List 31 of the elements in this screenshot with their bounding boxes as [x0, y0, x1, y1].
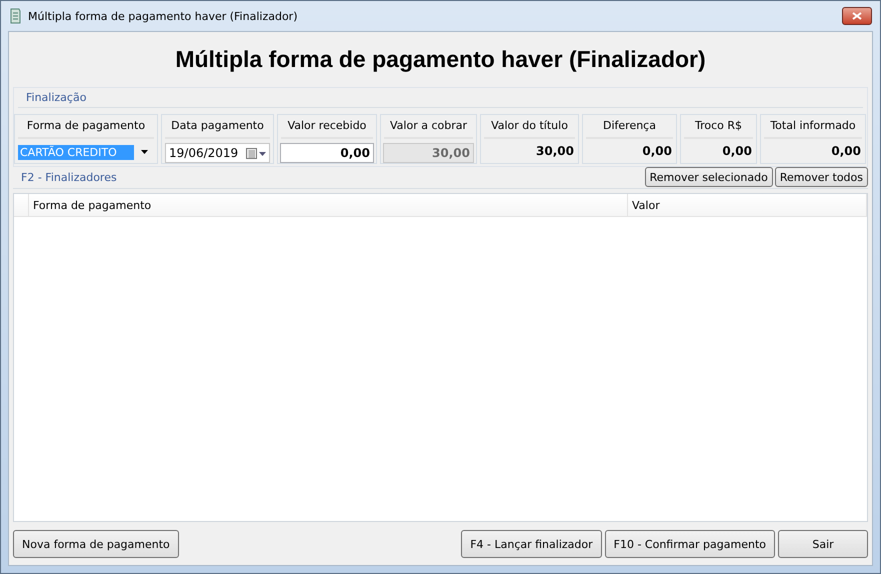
field-label: Diferença — [586, 115, 673, 139]
field-label: Total informado — [764, 115, 862, 139]
remove-button[interactable]: Remover selecionado — [644, 167, 773, 187]
column-header[interactable]: Forma de pagamento — [33, 198, 152, 212]
close-icon[interactable] — [852, 12, 862, 20]
date-field[interactable]: 19/06/2019 — [165, 143, 270, 163]
field-label: Troco R$ — [684, 115, 753, 139]
amount-value: 0,00 — [721, 143, 753, 158]
field-label: Valor a cobrar — [384, 115, 473, 139]
action-button[interactable]: F4 - Lançar finalizador — [461, 530, 602, 558]
window-title: Múltipla forma de pagamento haver (Finalizador) — [28, 10, 298, 22]
group-title: F2 - Finalizadores — [21, 170, 118, 184]
page-heading: Múltipla forma de pagamento haver (Finalizador) — [174, 45, 707, 74]
close-button[interactable] — [842, 7, 872, 25]
group-title: Finalização — [26, 91, 86, 104]
action-button[interactable]: Sair — [778, 530, 868, 558]
action-button[interactable]: F10 - Confirmar pagamento — [604, 530, 775, 558]
amount-value: 30,00 — [535, 143, 575, 158]
field-label: Valor recebido — [281, 115, 373, 139]
field-label: Forma de pagamento — [18, 115, 154, 139]
amount-value: 0,00 — [830, 143, 862, 158]
amount-field[interactable]: 0,00 — [280, 143, 374, 163]
dropdown-caret-icon[interactable] — [140, 150, 148, 154]
remove-button[interactable]: Remover todos — [774, 167, 868, 187]
calendar-icon[interactable] — [246, 148, 266, 158]
field-label: Valor do título — [484, 115, 575, 139]
new-payment-button[interactable]: Nova forma de pagamento — [13, 530, 179, 558]
field-label: Data pagamento — [165, 115, 270, 139]
amount-value: 0,00 — [641, 143, 673, 158]
app-icon — [8, 8, 22, 24]
column-header[interactable]: Valor — [632, 198, 660, 212]
